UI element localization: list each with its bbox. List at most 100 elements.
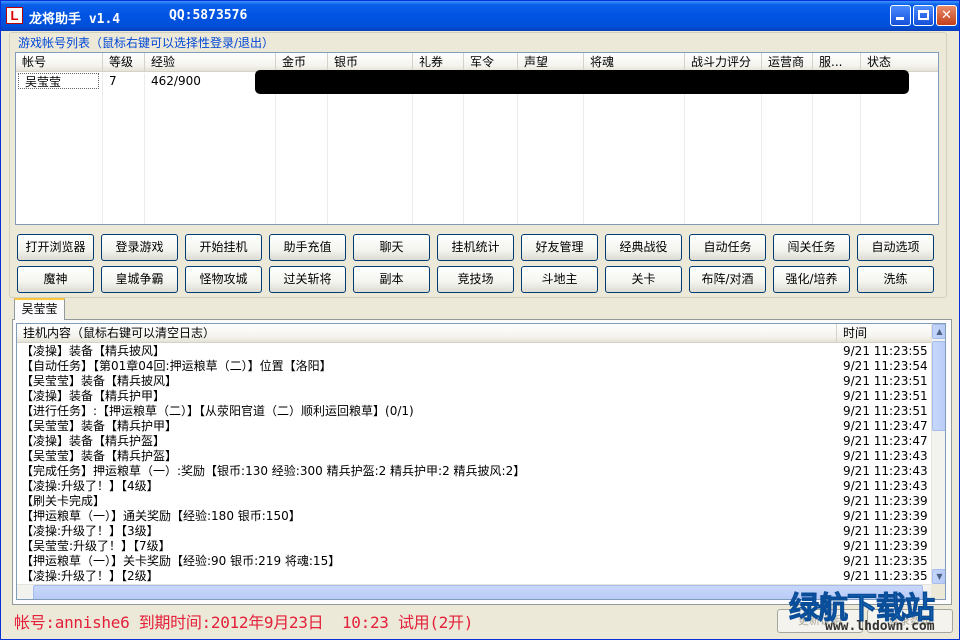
log-row[interactable]: 【吴莹莹:升级了！】【7级】 9/21 11:23:39 <box>17 539 931 554</box>
log-row[interactable]: 【完成任务】押运粮草（一）:奖励【银币:130 经验:300 精兵护盔:2 精兵… <box>17 464 931 479</box>
log-row[interactable]: 【刷关卡完成】 9/21 11:23:39 <box>17 494 931 509</box>
close-button[interactable]: ✕ <box>936 5 957 26</box>
scroll-up-icon[interactable]: ▲ <box>932 324 945 339</box>
log-row[interactable]: 【凌操:升级了！】【4级】 9/21 11:23:43 <box>17 479 931 494</box>
buttons-row1-button[interactable]: 开始挂机 <box>185 234 262 261</box>
log-time: 9/21 11:23:43 <box>843 479 928 493</box>
qq-number: QQ:5873576 <box>169 8 248 23</box>
log-header-time[interactable]: 时间 <box>837 324 931 343</box>
account-status-text: 帐号:annishe6 到期时间:2012年9月23日 10:23 试用(2开) <box>14 613 474 632</box>
minimize-button[interactable] <box>890 5 911 26</box>
column-gridline <box>412 73 413 224</box>
buttons-row1-button[interactable]: 闯关任务 <box>773 234 850 261</box>
column-gridline <box>761 73 762 224</box>
tab-account[interactable]: 吴莹莹 <box>14 298 65 320</box>
watermark-url: www.lhdown.com <box>825 619 935 634</box>
log-time: 9/21 11:23:39 <box>843 539 928 553</box>
buttons-row2-button[interactable]: 竞技场 <box>437 266 514 293</box>
log-time: 9/21 11:23:39 <box>843 494 928 508</box>
buttons-row2-button[interactable]: 皇城争霸 <box>101 266 178 293</box>
account-column-header[interactable]: 经验 <box>145 53 276 72</box>
log-row[interactable]: 【凌操】装备【精兵护盔】 9/21 11:23:47 <box>17 434 931 449</box>
buttons-row1-button[interactable]: 登录游戏 <box>101 234 178 261</box>
buttons-row2-button[interactable]: 副本 <box>353 266 430 293</box>
column-gridline <box>812 73 813 224</box>
account-column-header[interactable]: 等级 <box>103 53 145 72</box>
log-vertical-scrollbar[interactable]: ▲ ▼ <box>931 324 945 584</box>
main-window: L 龙将助手 v1.4 QQ:5873576 ✕ 游戏帐号列表（鼠标右键可以选择… <box>0 0 960 640</box>
log-header: 挂机内容（鼠标右键可以清空日志） 时间 <box>17 324 931 343</box>
column-gridline <box>275 73 276 224</box>
column-gridline <box>583 73 584 224</box>
vertical-scroll-thumb[interactable] <box>932 341 945 431</box>
log-row[interactable]: 【凌操】装备【精兵护甲】 9/21 11:23:51 <box>17 389 931 404</box>
buttons-row2-button[interactable]: 魔神 <box>17 266 94 293</box>
log-row[interactable]: 【押运粮草（一）】关卡奖励【经验:90 银币:219 将魂:15】 9/21 11… <box>17 554 931 569</box>
log-message: 【凌操:升级了！】【2级】 <box>21 569 159 583</box>
log-message: 【吴莹莹】装备【精兵披风】 <box>21 374 178 388</box>
buttons-row2-button[interactable]: 关卡 <box>605 266 682 293</box>
redaction-bar <box>255 70 909 94</box>
log-list[interactable]: 挂机内容（鼠标右键可以清空日志） 时间 【凌操】装备【精兵披风】 9/21 11:… <box>16 323 946 600</box>
window-title: 龙将助手 v1.4 <box>29 12 121 27</box>
minimize-icon <box>896 17 904 20</box>
buttons-row2-button[interactable]: 怪物攻城 <box>185 266 262 293</box>
log-time: 9/21 11:23:47 <box>843 434 928 448</box>
log-message: 【凌操:升级了！】【3级】 <box>21 524 159 538</box>
log-row[interactable]: 【凌操:升级了！】【2级】 9/21 11:23:35 <box>17 569 931 584</box>
log-time: 9/21 11:23:47 <box>843 419 928 433</box>
log-row[interactable]: 【凌操】装备【精兵披风】 9/21 11:23:55 <box>17 344 931 359</box>
maximize-icon <box>918 10 929 20</box>
log-time: 9/21 11:23:51 <box>843 389 928 403</box>
buttons-row2-button[interactable]: 布阵/对酒 <box>689 266 766 293</box>
log-time: 9/21 11:23:51 <box>843 374 928 388</box>
log-message: 【进行任务】:【押运粮草（二）】【从荥阳官道（二）顺利运回粮草】(0/1) <box>21 404 414 418</box>
close-icon: ✕ <box>941 8 952 23</box>
log-row[interactable]: 【吴莹莹】装备【精兵披风】 9/21 11:23:51 <box>17 374 931 389</box>
account-cell-level: 7 <box>109 74 117 88</box>
buttons-row2-button[interactable]: 强化/培养 <box>773 266 850 293</box>
column-gridline <box>102 73 103 224</box>
log-row[interactable]: 【自动任务】【第01章04回:押运粮草（二）】位置【洛阳】 9/21 11:23:… <box>17 359 931 374</box>
log-message: 【凌操:升级了！】【4级】 <box>21 479 159 493</box>
log-message: 【吴莹莹】装备【精兵护甲】 <box>21 419 178 433</box>
scroll-down-icon[interactable]: ▼ <box>932 569 945 584</box>
log-rows: 【凌操】装备【精兵披风】 9/21 11:23:55 【自动任务】【第01章04回:… <box>17 344 931 584</box>
column-gridline <box>860 73 861 224</box>
log-message: 【刷关卡完成】 <box>21 494 106 508</box>
column-gridline <box>684 73 685 224</box>
log-message: 【吴莹莹:升级了！】【7级】 <box>21 539 171 553</box>
log-time: 9/21 11:23:43 <box>843 464 928 478</box>
log-time: 9/21 11:23:39 <box>843 509 928 523</box>
buttons-row1-button[interactable]: 助手充值 <box>269 234 346 261</box>
buttons-row2-button[interactable]: 洗练 <box>857 266 934 293</box>
log-row[interactable]: 【凌操:升级了！】【3级】 9/21 11:23:39 <box>17 524 931 539</box>
log-row[interactable]: 【进行任务】:【押运粮草（二）】【从荥阳官道（二）顺利运回粮草】(0/1) 9/2… <box>17 404 931 419</box>
log-message: 【押运粮草（一）】通关奖励【经验:180 银币:150】 <box>21 509 301 523</box>
log-message: 【吴莹莹】装备【精兵护盔】 <box>21 449 178 463</box>
buttons-row1-button[interactable]: 经典战役 <box>605 234 682 261</box>
column-gridline <box>517 73 518 224</box>
buttons-row2-button[interactable]: 过关斩将 <box>269 266 346 293</box>
log-row[interactable]: 【押运粮草（一）】通关奖励【经验:180 银币:150】 9/21 11:23:3… <box>17 509 931 524</box>
buttons-row1-button[interactable]: 自动选项 <box>857 234 934 261</box>
log-time: 9/21 11:23:35 <box>843 554 928 568</box>
maximize-button[interactable] <box>913 5 934 26</box>
buttons-row1-button[interactable]: 打开浏览器 <box>17 234 94 261</box>
buttons-row1-button[interactable]: 自动任务 <box>689 234 766 261</box>
title-bar[interactable]: L 龙将助手 v1.4 QQ:5873576 ✕ <box>1 1 959 31</box>
column-gridline <box>327 73 328 224</box>
site-watermark: 绿航下载站 www.lhdown.com <box>789 583 959 639</box>
log-row[interactable]: 【吴莹莹】装备【精兵护盔】 9/21 11:23:43 <box>17 449 931 464</box>
log-time: 9/21 11:23:43 <box>843 449 928 463</box>
buttons-row2-button[interactable]: 斗地主 <box>521 266 598 293</box>
log-header-content[interactable]: 挂机内容（鼠标右键可以清空日志） <box>17 324 837 343</box>
log-message: 【完成任务】押运粮草（一）:奖励【银币:130 经验:300 精兵护盔:2 精兵… <box>21 464 526 478</box>
buttons-row1-button[interactable]: 好友管理 <box>521 234 598 261</box>
log-message: 【自动任务】【第01章04回:押运粮草（二）】位置【洛阳】 <box>21 359 332 373</box>
buttons-row1-button[interactable]: 挂机统计 <box>437 234 514 261</box>
account-column-header[interactable]: 帐号 <box>16 53 103 72</box>
log-row[interactable]: 【吴莹莹】装备【精兵护甲】 9/21 11:23:47 <box>17 419 931 434</box>
log-message: 【凌操】装备【精兵护盔】 <box>21 434 166 448</box>
buttons-row1-button[interactable]: 聊天 <box>353 234 430 261</box>
